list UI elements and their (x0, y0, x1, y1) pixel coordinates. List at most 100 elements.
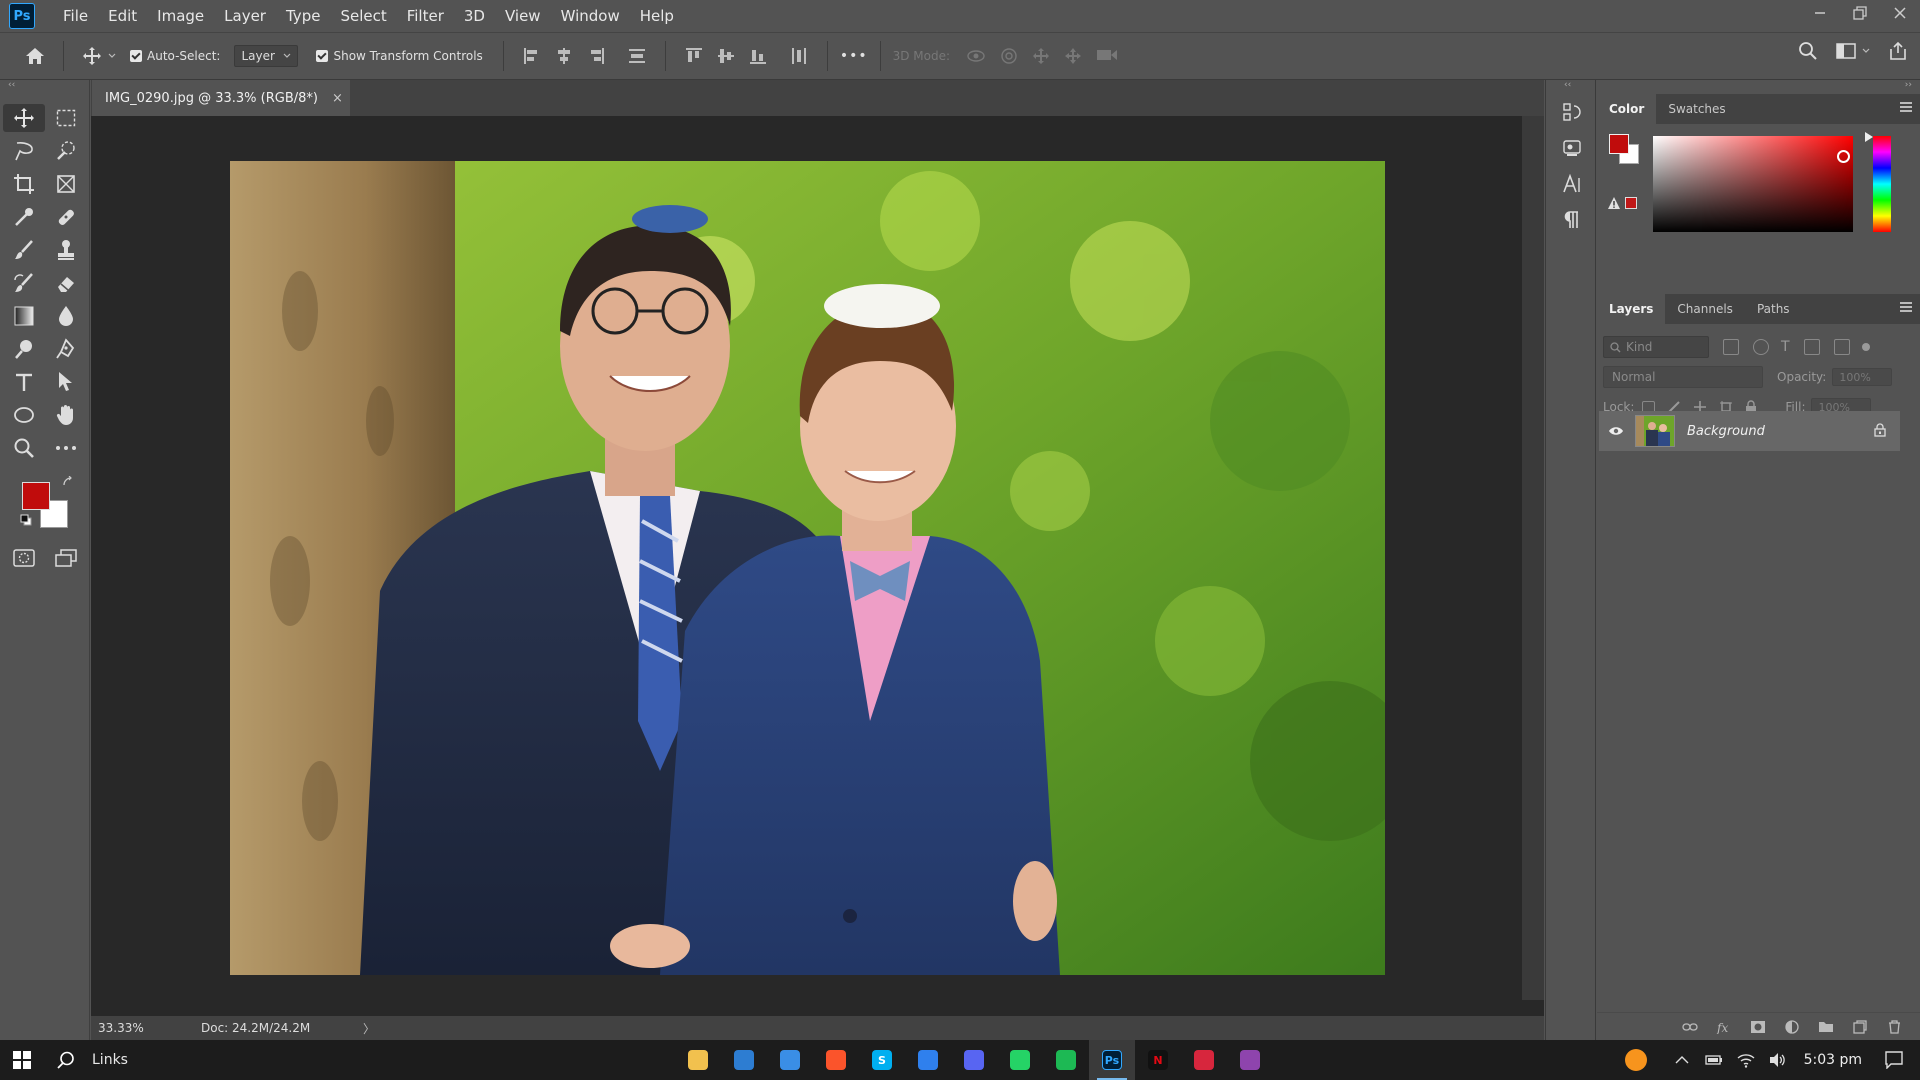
status-menu-arrow[interactable]: 〉 (363, 1020, 375, 1037)
show-hidden-icons-button[interactable] (1666, 1040, 1698, 1080)
canvas-image[interactable] (230, 161, 1385, 975)
new-adjustment-layer-button[interactable] (1784, 1019, 1800, 1035)
taskbar-app-whatsapp[interactable] (997, 1040, 1043, 1080)
layer-row[interactable]: Background (1599, 411, 1900, 451)
menu-layer[interactable]: Layer (214, 0, 276, 32)
filter-adjustment-layers-icon[interactable] (1753, 339, 1769, 355)
panel-menu-icon[interactable] (1900, 102, 1912, 112)
screen-mode-button[interactable] (45, 544, 87, 572)
taskbar-links-label[interactable]: Links (92, 1052, 128, 1068)
panel-collapse-arrows[interactable]: ‹‹ (1546, 80, 1595, 94)
path-selection-tool[interactable] (45, 368, 87, 396)
menu-edit[interactable]: Edit (98, 0, 147, 32)
taskbar-app-app-purple[interactable] (1227, 1040, 1273, 1080)
color-picker-marker[interactable] (1837, 150, 1850, 163)
panel-collapse-arrows[interactable]: ‹‹ (0, 80, 89, 94)
clone-stamp-tool[interactable] (45, 236, 87, 264)
menu-window[interactable]: Window (551, 0, 630, 32)
foreground-color-swatch[interactable] (22, 482, 50, 510)
filter-smart-objects-icon[interactable] (1833, 339, 1850, 355)
roll-3d-icon[interactable] (1000, 47, 1018, 65)
taskbar-app-spotify[interactable] (1043, 1040, 1089, 1080)
lock-icon[interactable] (1874, 423, 1886, 437)
layer-visibility-toggle[interactable] (1599, 426, 1633, 436)
edit-toolbar-button[interactable] (45, 434, 87, 462)
tab-channels[interactable]: Channels (1665, 294, 1745, 324)
swap-colors-icon[interactable] (62, 476, 74, 488)
taskbar-app-discord[interactable] (951, 1040, 997, 1080)
blend-mode-dropdown[interactable]: Normal (1603, 366, 1763, 388)
tab-swatches[interactable]: Swatches (1656, 94, 1737, 124)
filter-shape-layers-icon[interactable] (1803, 339, 1820, 355)
history-brush-tool[interactable] (3, 269, 45, 297)
chevron-down-icon[interactable] (108, 53, 116, 59)
taskbar-app-photoshop[interactable]: Ps (1089, 1040, 1135, 1080)
taskbar-search-button[interactable] (44, 1040, 88, 1080)
move-tool[interactable] (3, 104, 45, 132)
blur-tool[interactable] (45, 302, 87, 330)
zoom-tool[interactable] (3, 434, 45, 462)
crop-tool[interactable] (3, 170, 45, 198)
out-of-gamut-warning[interactable] (1607, 196, 1637, 212)
document-tab[interactable]: IMG_0290.jpg @ 33.3% (RGB/8*) × (92, 80, 350, 116)
menu-type[interactable]: Type (276, 0, 330, 32)
gamut-color-chip[interactable] (1625, 197, 1637, 209)
taskbar-app-skype[interactable]: S (859, 1040, 905, 1080)
panel-menu-icon[interactable] (1900, 302, 1912, 312)
taskbar-app-mail[interactable] (767, 1040, 813, 1080)
color-panel-foreground-swatch[interactable] (1609, 134, 1629, 154)
minimize-button[interactable] (1800, 0, 1840, 26)
menu-filter[interactable]: Filter (397, 0, 454, 32)
character-panel-button[interactable] (1546, 166, 1597, 202)
align-bottom-edges-button[interactable] (747, 45, 769, 67)
taskbar-app-netflix[interactable]: N (1135, 1040, 1181, 1080)
ellipse-tool[interactable] (3, 401, 45, 429)
orbit-3d-icon[interactable] (966, 47, 986, 65)
filter-type-layers-icon[interactable]: T (1781, 339, 1790, 355)
close-window-button[interactable] (1880, 0, 1920, 26)
color-saturation-field[interactable] (1653, 136, 1853, 232)
taskbar-app-vscode[interactable] (905, 1040, 951, 1080)
align-vertical-centers-button[interactable] (715, 45, 737, 67)
new-layer-button[interactable] (1852, 1019, 1868, 1035)
menu-select[interactable]: Select (330, 0, 396, 32)
menu-3d[interactable]: 3D (454, 0, 495, 32)
taskbar-clock[interactable]: 5:03 pm (1804, 1052, 1862, 1068)
slide-3d-icon[interactable] (1064, 47, 1082, 65)
link-layers-button[interactable] (1682, 1019, 1698, 1035)
taskbar-app-inkdrop[interactable] (1181, 1040, 1227, 1080)
libraries-panel-button[interactable] (1546, 130, 1597, 166)
vertical-scrollbar[interactable] (1522, 116, 1544, 1000)
camera-3d-icon[interactable] (1096, 47, 1118, 63)
distribute-horizontal-button[interactable] (788, 45, 810, 67)
quick-selection-tool[interactable] (45, 137, 87, 165)
taskbar-app-file-explorer[interactable] (675, 1040, 721, 1080)
opacity-field[interactable]: 100% (1832, 368, 1893, 386)
layer-filter-kind-dropdown[interactable]: Kind (1603, 336, 1709, 358)
filter-toggle-icon[interactable] (1861, 343, 1870, 351)
align-left-edges-button[interactable] (521, 45, 543, 67)
show-transform-controls-checkbox[interactable]: Show Transform Controls (316, 49, 483, 63)
add-mask-button[interactable] (1750, 1019, 1766, 1035)
tab-paths[interactable]: Paths (1745, 294, 1802, 324)
paragraph-panel-button[interactable] (1546, 202, 1597, 238)
healing-brush-tool[interactable] (45, 203, 87, 231)
restore-button[interactable] (1840, 0, 1880, 26)
history-panel-button[interactable] (1546, 94, 1597, 130)
filter-pixel-layers-icon[interactable] (1723, 339, 1739, 355)
move-tool-preset-button[interactable] (76, 40, 108, 72)
pen-tool[interactable] (45, 335, 87, 363)
menu-file[interactable]: File (53, 0, 98, 32)
default-colors-icon[interactable] (20, 514, 32, 526)
share-icon[interactable] (1888, 41, 1908, 61)
brush-tool[interactable] (3, 236, 45, 264)
network-button[interactable] (1730, 1040, 1762, 1080)
quick-mask-button[interactable] (3, 544, 45, 572)
eyedropper-tool[interactable] (3, 203, 45, 231)
hue-slider-pointer-icon[interactable] (1865, 132, 1873, 142)
hue-slider[interactable] (1873, 136, 1891, 232)
menu-view[interactable]: View (495, 0, 551, 32)
notifications-button[interactable] (1878, 1040, 1910, 1080)
menu-image[interactable]: Image (147, 0, 214, 32)
lasso-tool[interactable] (3, 137, 45, 165)
